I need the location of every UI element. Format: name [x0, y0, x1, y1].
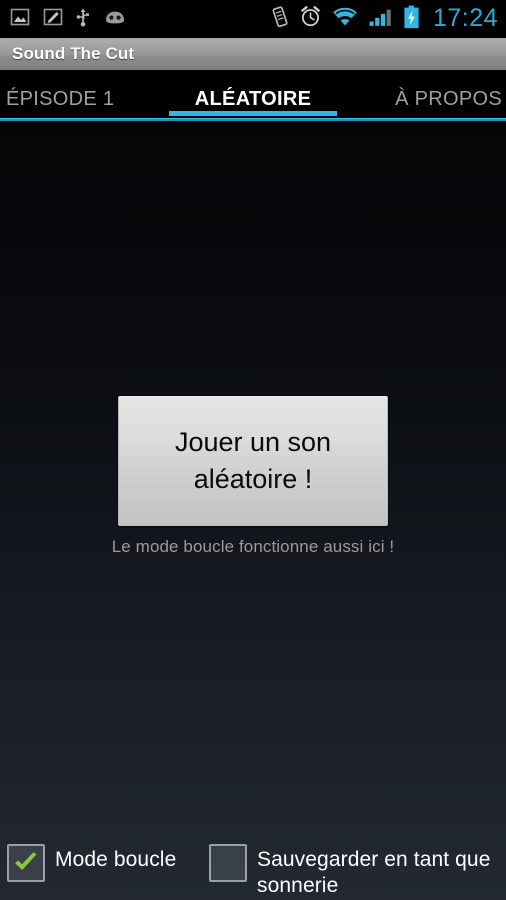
compose-icon [43, 7, 63, 32]
play-button-line-2: aléatoire ! [193, 464, 313, 494]
tab-a-propos-label: À PROPOS [395, 87, 503, 110]
checkbox-mode-boucle-label: Mode boucle [55, 848, 177, 871]
main-content: Jouer un son aléatoire ! Le mode boucle f… [0, 121, 506, 900]
status-bar: 17:24 [0, 0, 506, 38]
tab-episode-1-label: ÉPISODE 1 [6, 87, 115, 110]
active-tab-indicator [168, 111, 338, 116]
action-bar: Sound The Cut [0, 38, 506, 72]
alarm-icon [299, 5, 322, 33]
tab-aleatoire[interactable]: ALÉATOIRE [168, 74, 338, 122]
cyanogenmod-icon [103, 7, 127, 32]
tab-a-propos[interactable]: À PROPOS [337, 74, 506, 122]
checkbox-mode-boucle-box[interactable] [7, 844, 45, 882]
tab-aleatoire-label: ALÉATOIRE [194, 87, 312, 110]
usb-icon [76, 7, 90, 32]
wifi-icon [331, 6, 359, 32]
app-root: 17:24 Sound The Cut ÉPISODE 1 ALÉATOIRE … [0, 0, 506, 900]
loop-mode-hint: Le mode boucle fonctionne aussi ici ! [111, 537, 395, 556]
checkbox-sauvegarder-sonnerie[interactable]: Sauvegarder en tant que sonnerie [209, 842, 499, 899]
play-button-line-1: Jouer un son [174, 427, 332, 457]
battery-charging-icon [403, 5, 420, 34]
signal-icon [368, 6, 394, 32]
vibrate-icon [270, 5, 290, 34]
bottom-checkbox-row: Mode boucle Sauvegarder en tant que sonn… [0, 840, 506, 900]
checkbox-mode-boucle[interactable]: Mode boucle [7, 842, 203, 882]
status-bar-system-icons: 17:24 [270, 5, 498, 34]
play-random-sound-label: Jouer un son aléatoire ! [169, 424, 337, 498]
play-random-sound-button[interactable]: Jouer un son aléatoire ! [118, 396, 388, 526]
checkbox-sauvegarder-sonnerie-label: Sauvegarder en tant que sonnerie [257, 848, 491, 897]
app-title: Sound The Cut [12, 44, 135, 63]
status-bar-clock: 17:24 [432, 3, 498, 32]
image-icon [10, 7, 30, 32]
status-bar-notification-icons [10, 7, 127, 32]
tab-bar: ÉPISODE 1 ALÉATOIRE À PROPOS [0, 74, 506, 122]
checkmark-icon [12, 849, 40, 882]
tab-episode-1[interactable]: ÉPISODE 1 [0, 74, 169, 122]
checkbox-sauvegarder-sonnerie-box[interactable] [209, 844, 247, 882]
